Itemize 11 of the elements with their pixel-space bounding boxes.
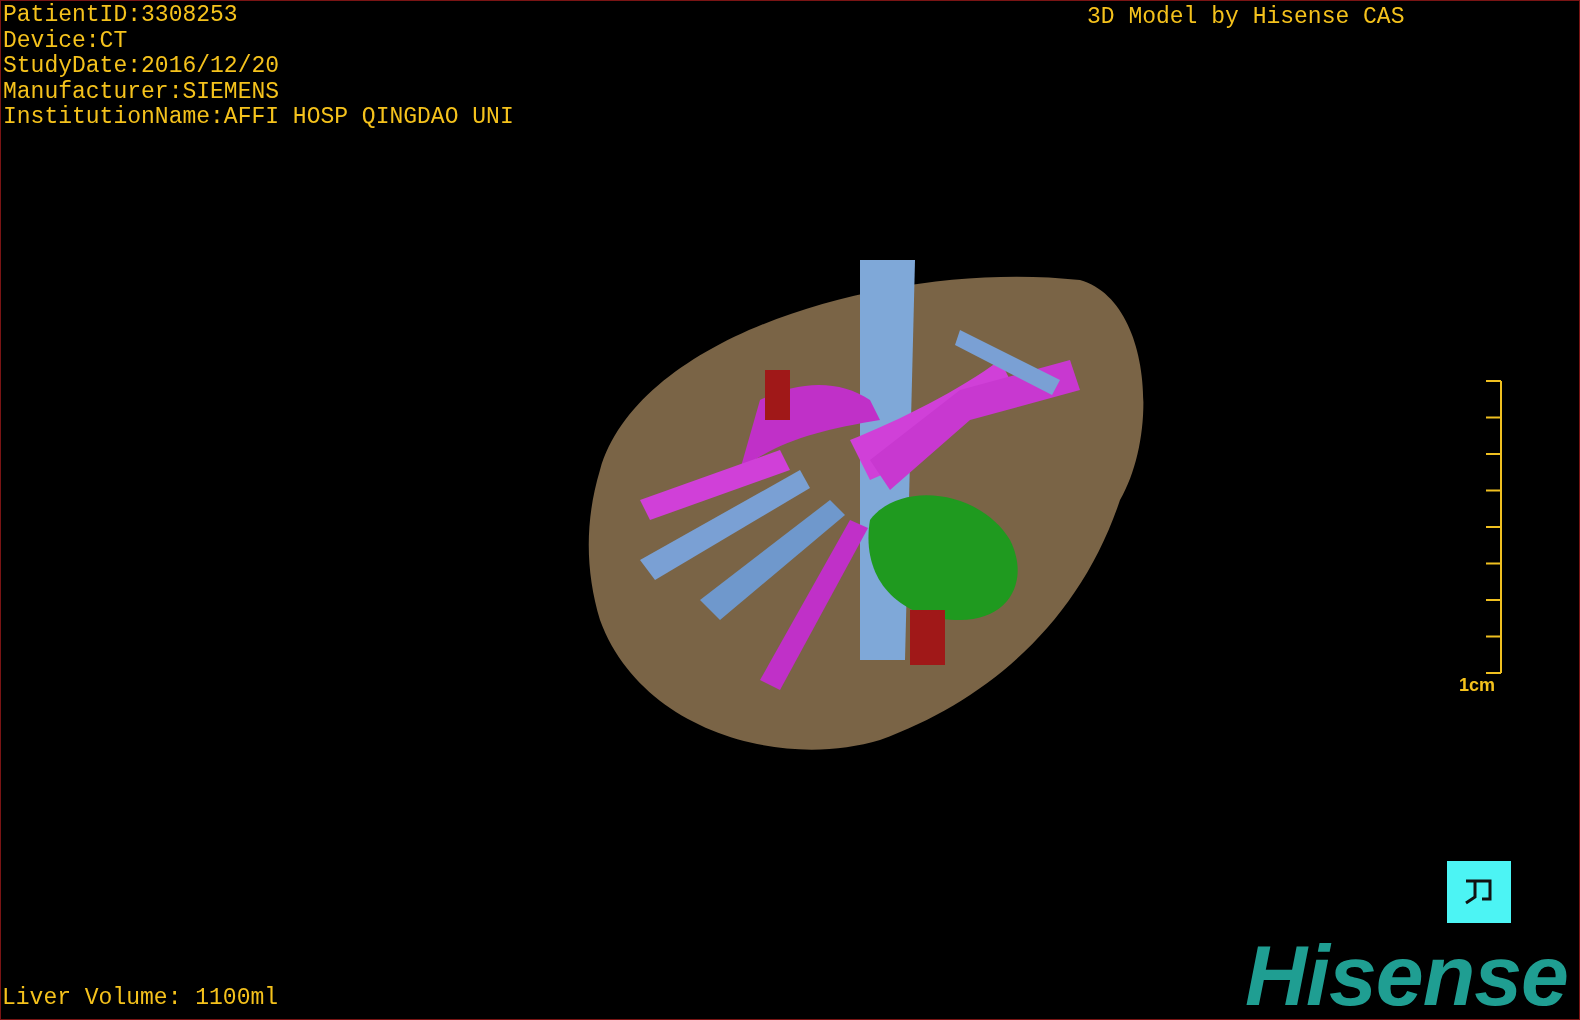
study-info-text: Device:CT: [3, 28, 129, 54]
study-info-text: StudyDate:2016/12/20: [3, 54, 281, 80]
credit-text: 3D Model by Hisense CAS: [1087, 4, 1405, 30]
scale-bar-icon: [1485, 380, 1503, 674]
scale-label: 1cm: [1459, 675, 1495, 695]
brand-logo: Hisense: [1245, 934, 1568, 1016]
study-info-text: PatientID:3308253: [3, 3, 239, 29]
view-button[interactable]: [1447, 861, 1511, 923]
study-info-text: InstitutionName:AFFI HOSP QINGDAO UNI: [3, 105, 514, 131]
liver-volume-text: Liver Volume: 1100ml: [2, 985, 279, 1011]
study-info-text: Manufacturer:SIEMENS: [3, 79, 281, 105]
